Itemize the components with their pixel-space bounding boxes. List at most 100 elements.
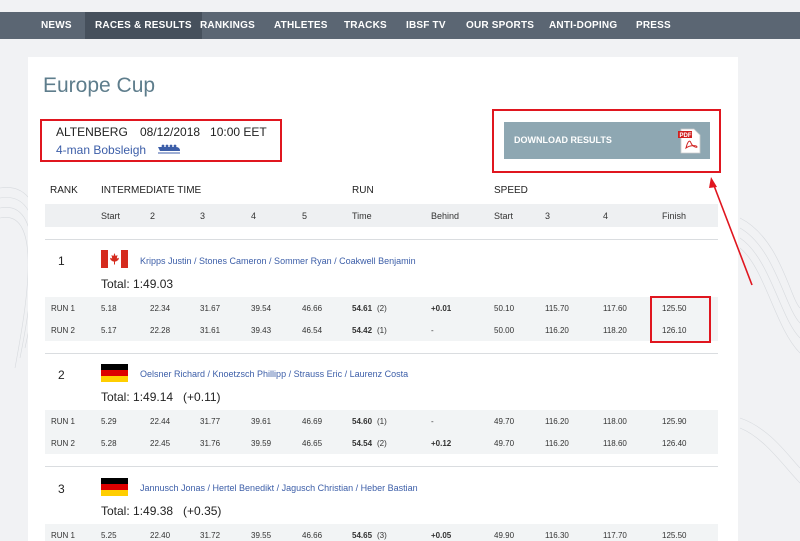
nav-news[interactable]: NEWS	[41, 12, 72, 39]
run-int4: 39.61	[251, 417, 272, 426]
header-rank: RANK	[50, 185, 78, 196]
subheader-int4: 4	[251, 211, 257, 221]
subheader-int3: 3	[200, 211, 206, 221]
run-start: 5.17	[101, 326, 117, 335]
run-speed4: 118.20	[603, 326, 627, 335]
run-speed4: 117.70	[603, 531, 627, 540]
run-speed-start: 49.70	[494, 417, 515, 426]
run-speed3: 116.20	[545, 326, 569, 335]
run-behind: -	[431, 326, 434, 335]
run-speed4: 118.00	[603, 417, 627, 426]
page-title: Europe Cup	[43, 74, 156, 97]
run-speed4: 117.60	[603, 304, 627, 313]
run-time: 54.61	[352, 304, 373, 313]
subheader-time: Time	[352, 211, 372, 221]
run-label: RUN 2	[51, 326, 76, 335]
race-city: ALTENBERG	[56, 125, 128, 139]
subheader-start: Start	[101, 211, 121, 221]
subheader-speed3: 3	[545, 211, 551, 221]
run-int4: 39.55	[251, 531, 272, 540]
result-athletes[interactable]: Jannusch Jonas / Hertel Benedikt / Jagus…	[140, 483, 418, 493]
run-speed4: 118.60	[603, 439, 627, 448]
header-run: RUN	[352, 185, 374, 196]
nav-ibsf-tv[interactable]: IBSF TV	[406, 12, 446, 39]
run-position: (2)	[377, 304, 387, 313]
run-label: RUN 1	[51, 417, 76, 426]
nav-tracks[interactable]: TRACKS	[344, 12, 387, 39]
subheader-row	[45, 204, 718, 227]
main-nav: NEWS RACES & RESULTS RANKINGS ATHLETES T…	[0, 12, 800, 39]
run-start: 5.28	[101, 439, 117, 448]
run-int5: 46.65	[302, 439, 323, 448]
finish-speed-annotation-box	[650, 296, 711, 343]
run-speed3: 116.20	[545, 417, 569, 426]
run-int2: 22.34	[150, 304, 171, 313]
run-int4: 39.59	[251, 439, 272, 448]
run-int5: 46.69	[302, 417, 323, 426]
subheader-int2: 2	[150, 211, 156, 221]
download-results-label: DOWNLOAD RESULTS	[514, 135, 612, 145]
subheader-speed-start: Start	[494, 211, 514, 221]
run-speed-start: 50.10	[494, 304, 515, 313]
run-behind: +0.12	[431, 439, 452, 448]
nav-anti-doping[interactable]: ANTI-DOPING	[549, 12, 617, 39]
row-separator	[45, 466, 718, 467]
header-intermediate: INTERMEDIATE TIME	[101, 185, 202, 196]
run-int4: 39.54	[251, 304, 272, 313]
subheader-int5: 5	[302, 211, 308, 221]
run-int3: 31.67	[200, 304, 221, 313]
run-speed-start: 50.00	[494, 326, 515, 335]
race-datetime: 08/12/2018 10:00 EET	[140, 125, 267, 139]
run-position: (1)	[377, 417, 387, 426]
download-annotation-box: DOWNLOAD RESULTS PDF	[492, 109, 721, 173]
run-position: (3)	[377, 531, 387, 540]
run-int4: 39.43	[251, 326, 272, 335]
header-speed: SPEED	[494, 185, 528, 196]
result-rank: 3	[58, 482, 65, 496]
run-start: 5.18	[101, 304, 117, 313]
run-int2: 22.40	[150, 531, 171, 540]
flag-germany-icon	[101, 478, 128, 496]
run-speed-start: 49.90	[494, 531, 515, 540]
run-int2: 22.45	[150, 439, 171, 448]
run-label: RUN 1	[51, 531, 76, 540]
subheader-behind: Behind	[431, 211, 460, 221]
result-athletes[interactable]: Kripps Justin / Stones Cameron / Sommer …	[140, 256, 416, 266]
result-total: Total: 1:49.14 (+0.11)	[101, 390, 221, 404]
run-speed-start: 49.70	[494, 439, 515, 448]
download-results-button[interactable]: DOWNLOAD RESULTS PDF	[504, 122, 710, 159]
run-int5: 46.54	[302, 326, 323, 335]
run-label: RUN 2	[51, 439, 76, 448]
row-separator	[45, 353, 718, 354]
subheader-speed4: 4	[603, 211, 609, 221]
run-time: 54.65	[352, 531, 373, 540]
run-speed3: 116.20	[545, 439, 569, 448]
run-time: 54.42	[352, 326, 373, 335]
run-behind: -	[431, 417, 434, 426]
run-int3: 31.77	[200, 417, 221, 426]
row-separator	[45, 239, 718, 240]
run-start: 5.25	[101, 531, 117, 540]
run-speed3: 115.70	[545, 304, 569, 313]
run-behind: +0.01	[431, 304, 452, 313]
run-time: 54.60	[352, 417, 373, 426]
nav-athletes[interactable]: ATHLETES	[274, 12, 328, 39]
subheader-finish: Finish	[662, 211, 687, 221]
run-position: (1)	[377, 326, 387, 335]
flag-canada-icon	[101, 250, 128, 268]
run-label: RUN 1	[51, 304, 76, 313]
nav-press[interactable]: PRESS	[636, 12, 671, 39]
result-athletes[interactable]: Oelsner Richard / Knoetzsch Phillipp / S…	[140, 369, 408, 379]
run-behind: +0.05	[431, 531, 452, 540]
run-finish: 125.90	[662, 417, 687, 426]
bobsleigh-icon	[158, 144, 180, 154]
race-discipline-link[interactable]: 4-man Bobsleigh	[56, 143, 146, 157]
pdf-icon-label: PDF	[680, 133, 692, 139]
nav-rankings[interactable]: RANKINGS	[200, 12, 255, 39]
run-position: (2)	[377, 439, 387, 448]
run-finish: 125.50	[662, 531, 687, 540]
nav-races-results[interactable]: RACES & RESULTS	[85, 12, 202, 39]
nav-our-sports[interactable]: OUR SPORTS	[466, 12, 534, 39]
run-start: 5.29	[101, 417, 117, 426]
run-int3: 31.72	[200, 531, 221, 540]
